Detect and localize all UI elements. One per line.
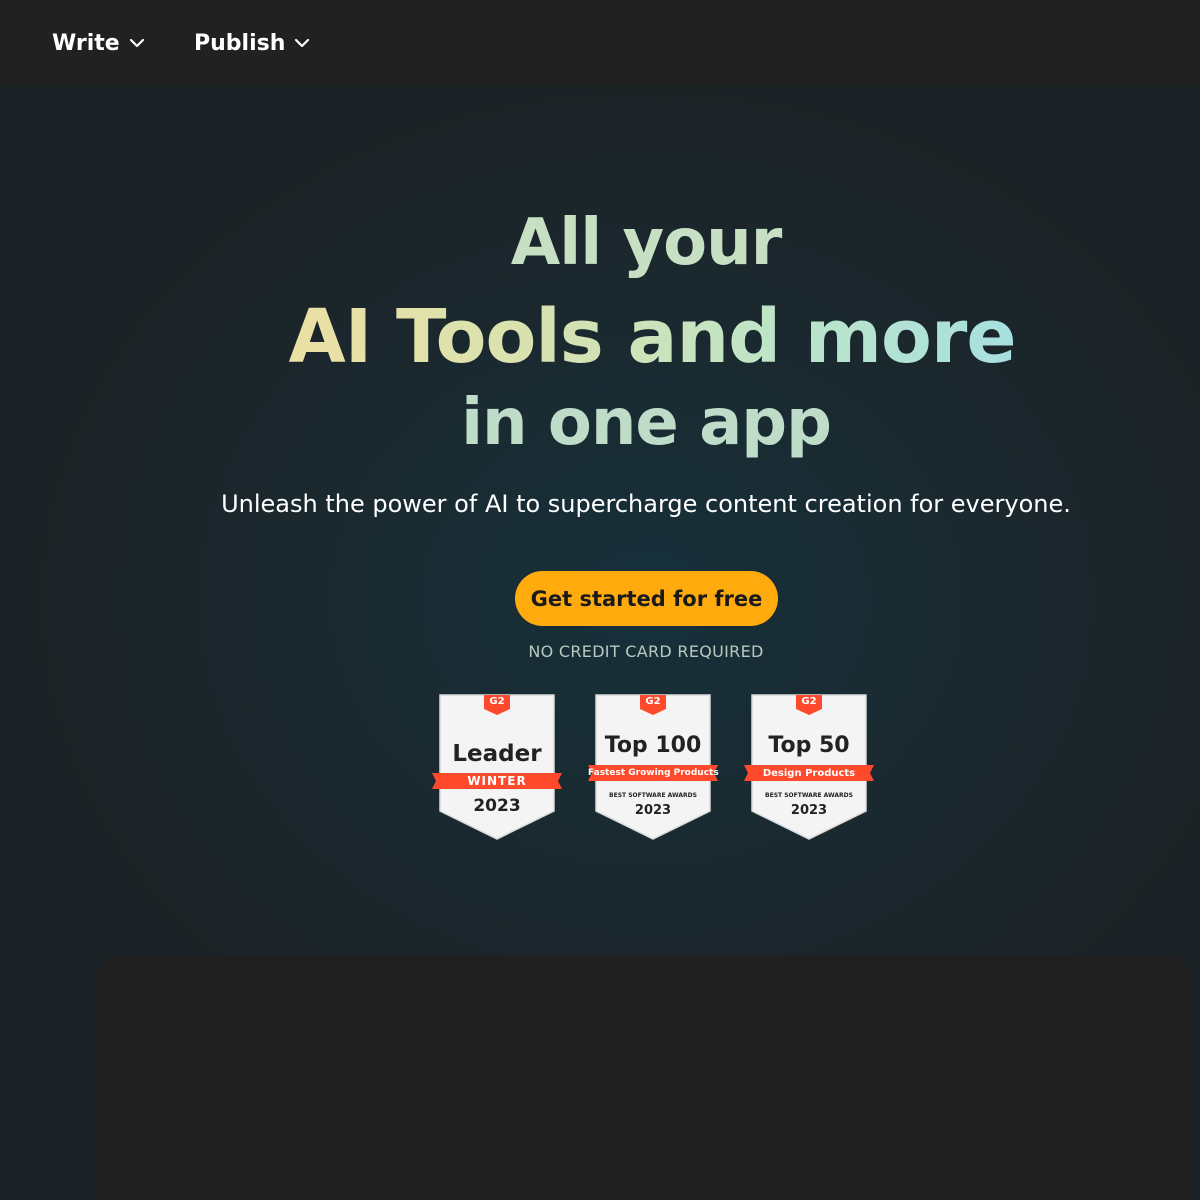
- nav-item-write[interactable]: Write: [52, 26, 146, 60]
- badge-shield-icon: [744, 694, 874, 840]
- nav-item-publish[interactable]: Publish: [194, 26, 311, 60]
- chevron-down-icon: [129, 38, 144, 48]
- badge-title: Leader: [452, 741, 542, 767]
- badge-shield-icon: [432, 694, 562, 840]
- badge-year: 2023: [790, 803, 828, 818]
- hero-heading-line-1: All your: [510, 206, 783, 280]
- badge-shield-icon: [588, 694, 718, 840]
- nav-item-label: Publish: [194, 30, 286, 56]
- top-navigation: Write Publish: [0, 0, 1200, 86]
- chevron-down-icon: [295, 38, 310, 48]
- badge-year: 2023: [634, 803, 672, 818]
- g2-logo: G2: [801, 696, 817, 707]
- page: Write Publish All your AI Tools and more…: [0, 0, 1200, 1200]
- badge-ribbon: Design Products: [762, 768, 856, 779]
- hero-subtitle: Unleash the power of AI to supercharge c…: [221, 490, 1071, 518]
- badge-title: Top 50: [768, 733, 850, 758]
- badge-year: 2023: [473, 796, 521, 816]
- g2-logo: G2: [489, 696, 505, 707]
- hero-heading-line-2: AI Tools and more: [52, 294, 1200, 380]
- g2-badge-top-50: G2 Top 50 Design Products BEST SOFTWARE …: [744, 693, 874, 841]
- badge-small-text: BEST SOFTWARE AWARDS: [765, 792, 853, 799]
- g2-logo: G2: [645, 696, 661, 707]
- no-credit-card-note: NO CREDIT CARD REQUIRED: [528, 642, 764, 661]
- badge-small-text: BEST SOFTWARE AWARDS: [609, 792, 697, 799]
- hero-heading-highlight: AI Tools and more: [288, 294, 1016, 380]
- badge-ribbon: Fastest Growing Products: [588, 768, 719, 778]
- badge-title: Top 100: [604, 733, 702, 758]
- hero-heading-line-3: in one app: [461, 386, 832, 460]
- nav-item-label: Write: [52, 30, 120, 56]
- g2-badge-top-100: G2 Top 100 Fastest Growing Products BEST…: [588, 693, 719, 841]
- get-started-button[interactable]: Get started for free: [515, 571, 778, 626]
- app-preview-panel: [97, 955, 1190, 1200]
- badge-ribbon: WINTER: [467, 774, 527, 788]
- g2-badge-leader: G2 Leader WINTER 2023: [432, 693, 562, 841]
